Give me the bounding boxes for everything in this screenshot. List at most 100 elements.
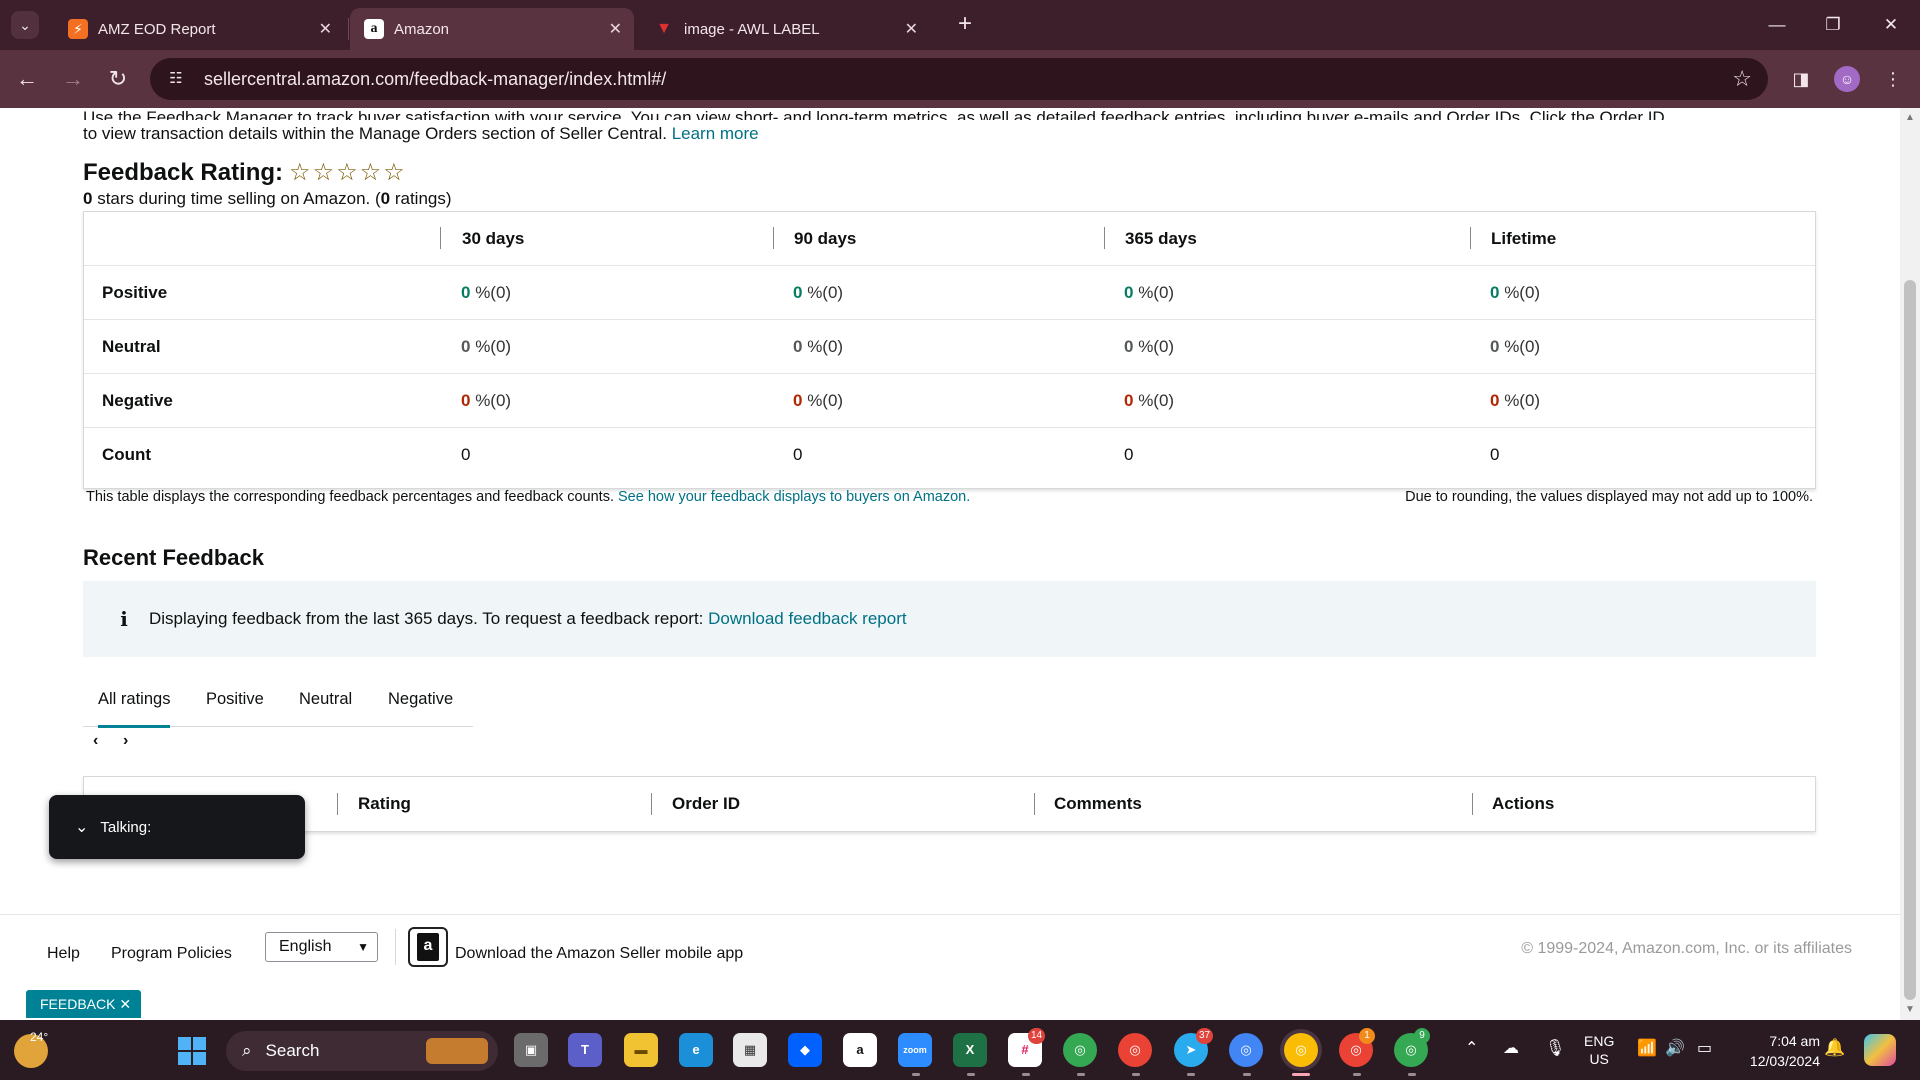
more-menu-icon[interactable]: ⋮ [1878,64,1908,94]
column-divider [337,793,338,815]
close-tab-icon[interactable]: ✕ [609,19,622,39]
tab-awl-label[interactable]: ▼ image - AWL LABEL ✕ [640,8,930,50]
amazon-seller-app-icon[interactable]: a [408,927,448,967]
tab-negative[interactable]: Negative [388,671,453,727]
percent-count: %(0) [470,283,512,302]
info-message: Displaying feedback from the last 365 da… [149,609,704,628]
zoom-icon[interactable]: zoom [898,1033,932,1067]
chevron-right-icon[interactable]: › [123,732,128,750]
input-language[interactable]: ENG US [1584,1032,1614,1068]
amazon-app-icon[interactable]: a [843,1033,877,1067]
side-panel-icon[interactable]: ◨ [1786,64,1816,94]
star-rating-icon: ☆☆☆☆☆ [289,159,407,186]
row-label: Negative [102,391,173,410]
new-tab-plus-icon[interactable]: + [950,10,980,40]
notification-bell-icon[interactable]: 🔔 [1824,1038,1845,1058]
edge-icon[interactable]: e [679,1033,713,1067]
tab-amazon[interactable]: a Amazon ✕ [350,8,634,50]
percent-count: %(0) [802,337,844,356]
recent-feedback-title: Recent Feedback [83,545,264,570]
table-note: This table displays the corresponding fe… [86,489,970,505]
chevron-left-icon[interactable]: ‹ [93,732,98,750]
table-row-negative: Negative 0 %(0) 0 %(0) 0 %(0) 0 %(0) [84,374,1815,428]
clock-time: 7:04 am [1769,1033,1820,1049]
close-tab-icon[interactable]: ✕ [905,19,918,39]
clock-date: 12/03/2024 [1749,1053,1820,1069]
copilot-icon[interactable] [1864,1034,1896,1066]
task-view-icon[interactable]: ▣ [514,1033,548,1067]
language-select[interactable]: English ▼ [265,932,378,962]
scroll-up-icon[interactable]: ▲ [1904,112,1916,123]
program-policies-link[interactable]: Program Policies [111,945,232,963]
column-rating[interactable]: Rating [358,777,411,831]
store-icon[interactable]: ▦ [733,1033,767,1067]
reload-icon[interactable]: ↻ [103,64,133,94]
chrome-active-icon[interactable]: ◎ [1284,1033,1318,1067]
battery-icon[interactable]: ▭ [1697,1038,1712,1058]
percent-count: %(0) [1499,283,1541,302]
intro-cut-line: Use the Feedback Manager to track buyer … [83,108,1665,120]
tab-amz-eod-report[interactable]: ⚡ AMZ EOD Report ✕ [54,8,344,50]
feedback-display-link[interactable]: See how your feedback displays to buyers… [618,489,970,505]
file-explorer-icon[interactable]: ▬ [624,1033,658,1067]
profile-avatar[interactable]: ☺ [1834,66,1860,92]
download-feedback-report-link[interactable]: Download feedback report [708,609,906,628]
chevron-down-icon[interactable]: ⌄ [75,817,88,837]
rating-filter-tabs: All ratings Positive Neutral Negative [83,671,473,728]
show-hidden-icons-chevron-icon[interactable]: ⌃ [1465,1038,1478,1058]
rounding-note: Due to rounding, the values displayed ma… [1405,489,1813,505]
chrome-icon[interactable]: ◎ [1118,1033,1152,1067]
chrome-icon[interactable]: ◎ [1063,1033,1097,1067]
scrollbar-thumb[interactable] [1904,280,1916,1000]
onedrive-icon[interactable]: ☁ [1503,1038,1519,1058]
windows-start-icon[interactable] [178,1037,206,1065]
back-arrow-icon[interactable]: ← [12,64,42,94]
dropbox-icon[interactable]: ◆ [788,1033,822,1067]
active-indicator [1292,1073,1310,1076]
column-30-days: 30 days [462,229,525,248]
site-settings-icon[interactable]: ☷ [162,65,190,93]
tab-all-ratings[interactable]: All ratings [98,671,171,728]
taskbar-search[interactable]: ⌕ Search [226,1031,498,1071]
tab-list-chevron-icon[interactable]: ⌄ [11,11,39,39]
table-header-row: 30 days 90 days 365 days Lifetime [84,212,1815,266]
bookmark-star-icon[interactable]: ☆ [1732,66,1752,92]
volume-icon[interactable]: 🔊 [1665,1038,1685,1058]
learn-more-link[interactable]: Learn more [672,124,759,143]
tab-positive[interactable]: Positive [206,671,264,727]
teams-icon[interactable]: T [568,1033,602,1067]
system-clock[interactable]: 7:04 am 12/03/2024 [1740,1031,1820,1071]
percent-count: %(0) [802,391,844,410]
search-highlight-image [426,1038,488,1064]
help-link[interactable]: Help [47,945,80,963]
intro-line: to view transaction details within the M… [83,124,667,143]
close-window-icon[interactable]: ✕ [1871,10,1911,40]
column-order-id[interactable]: Order ID [672,777,740,831]
feedback-button[interactable]: FEEDBACK ✕ [26,990,142,1018]
download-app-link[interactable]: Download the Amazon Seller mobile app [455,945,743,963]
running-indicator [1353,1073,1361,1076]
count-value: 0 [793,445,803,464]
url-text[interactable]: sellercentral.amazon.com/feedback-manage… [204,69,1732,90]
close-icon[interactable]: ✕ [119,996,131,1012]
excel-icon[interactable]: X [953,1033,987,1067]
column-comments[interactable]: Comments [1054,777,1142,831]
wifi-icon[interactable]: 📶 [1637,1038,1657,1058]
row-label: Neutral [102,337,161,356]
address-bar[interactable]: ☷ sellercentral.amazon.com/feedback-mana… [150,58,1768,100]
minimize-icon[interactable]: — [1757,10,1797,40]
feedback-rating-heading: Feedback Rating: ☆☆☆☆☆ [83,158,407,187]
microphone-icon[interactable]: 🎙 [1545,1038,1565,1058]
chrome-badge: 1 [1359,1028,1375,1044]
talking-overlay[interactable]: ⌄ Talking: [49,795,305,859]
close-tab-icon[interactable]: ✕ [319,19,332,39]
column-90-days: 90 days [794,229,857,248]
tab-neutral[interactable]: Neutral [299,671,352,727]
forward-arrow-icon[interactable]: → [58,64,88,94]
restore-icon[interactable]: ❐ [1813,10,1853,40]
percent-count: %(0) [470,337,512,356]
scroll-down-icon[interactable]: ▼ [1904,1004,1916,1015]
chevron-down-icon: ▼ [357,940,369,954]
chrome-icon[interactable]: ◎ [1229,1033,1263,1067]
page-footer: Help Program Policies English ▼ a Downlo… [0,914,1900,1020]
